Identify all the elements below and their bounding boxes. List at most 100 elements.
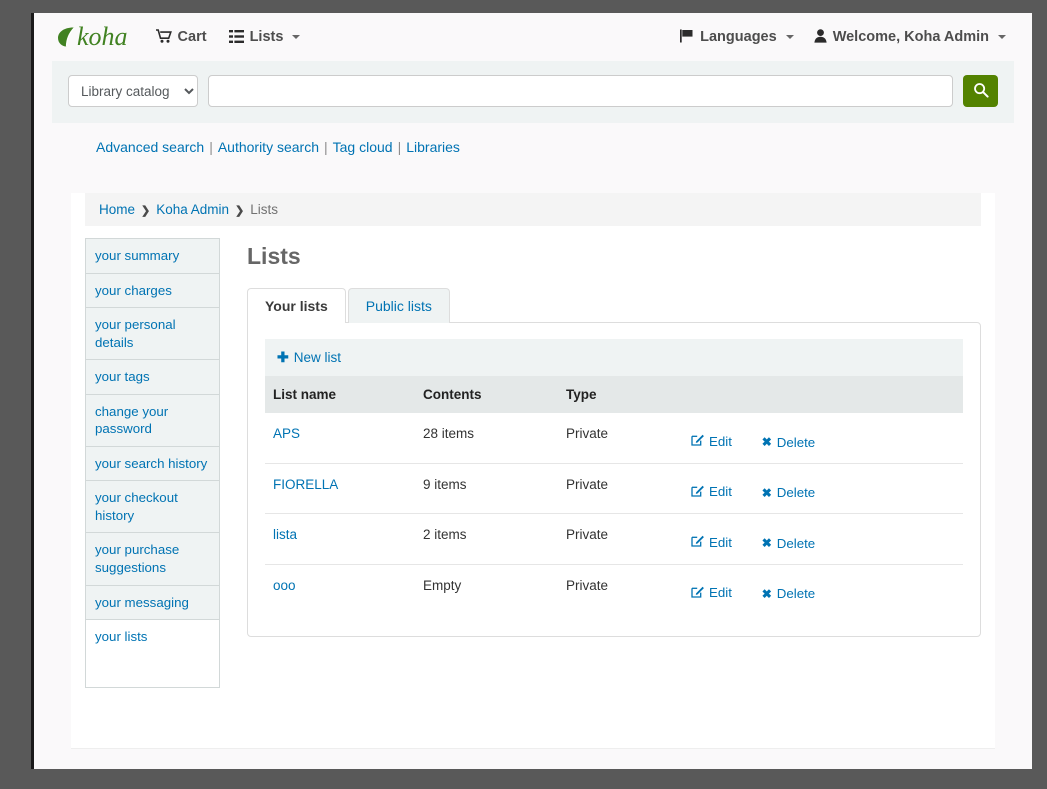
- delete-label: Delete: [776, 485, 816, 500]
- breadcrumb-separator: ❯: [235, 205, 245, 217]
- account-label: Welcome, Koha Admin: [832, 29, 989, 45]
- main-column: Lists Your lists Public lists ✚ New list: [220, 238, 981, 688]
- content-row: your summary your charges your personal …: [71, 226, 995, 688]
- koha-wordmark: koha: [77, 22, 128, 51]
- new-list-label: New list: [293, 350, 341, 365]
- column-header-type[interactable]: Type: [558, 376, 683, 413]
- link-separator: |: [209, 139, 213, 155]
- browser-window: koha Cart Lists Languages Welcome, Koha …: [31, 13, 1032, 769]
- cell-type: Private: [566, 577, 609, 593]
- new-list-button[interactable]: ✚ New list: [277, 349, 341, 366]
- link-separator: |: [324, 139, 328, 155]
- advanced-search-link[interactable]: Advanced search: [96, 139, 204, 155]
- x-mark-icon: ✖: [761, 485, 772, 500]
- languages-menu-button[interactable]: Languages: [680, 29, 794, 45]
- koha-logo[interactable]: koha: [56, 24, 128, 50]
- list-link-aps[interactable]: APS: [273, 426, 300, 441]
- sidebar-tail: [85, 653, 220, 688]
- list-link-fiorella[interactable]: FIORELLA: [273, 477, 338, 492]
- column-header-list-name[interactable]: List name: [265, 376, 415, 413]
- edit-list-button[interactable]: Edit: [691, 585, 732, 601]
- lists-toolbar: ✚ New list: [265, 339, 963, 376]
- powered-by: Powered by Koha: [34, 749, 1032, 769]
- sidebar-item-your-summary[interactable]: your summary: [85, 238, 220, 273]
- column-header-actions: [683, 376, 963, 413]
- languages-label: Languages: [700, 29, 777, 45]
- sidebar-item-your-tags[interactable]: your tags: [85, 359, 220, 394]
- breadcrumb-item-lists: Lists: [250, 202, 279, 217]
- sidebar-item-your-lists[interactable]: your lists: [85, 619, 220, 654]
- delete-list-button[interactable]: ✖ Delete: [762, 536, 816, 551]
- table-row: APS 28 items Private Edit ✖ Delete: [265, 413, 963, 464]
- table-row: ooo Empty Private Edit ✖ Delete: [265, 564, 963, 614]
- sidebar-item-your-messaging[interactable]: your messaging: [85, 584, 220, 620]
- table-head: List name Contents Type: [265, 376, 963, 413]
- page-title: Lists: [247, 243, 301, 269]
- sidebar-item-your-purchase-suggestions[interactable]: your purchase suggestions: [85, 532, 220, 585]
- search-submit-button[interactable]: [963, 75, 998, 107]
- column-header-contents[interactable]: Contents: [415, 376, 558, 413]
- delete-label: Delete: [776, 535, 816, 551]
- delete-list-button[interactable]: ✖ Delete: [762, 586, 816, 601]
- chevron-down-icon: [998, 35, 1006, 39]
- sidebar-item-your-checkout-history[interactable]: your checkout history: [85, 480, 220, 533]
- sidebar-item-your-search-history[interactable]: your search history: [85, 445, 220, 481]
- breadcrumb: Home ❯ Koha Admin ❯ Lists: [85, 193, 981, 226]
- chevron-down-icon: [785, 35, 794, 39]
- table-row: lista 2 items Private Edit ✖ Delete: [265, 513, 963, 565]
- x-mark-icon: ✖: [761, 536, 772, 550]
- search-icon: [973, 82, 989, 101]
- edit-list-button[interactable]: Edit: [691, 484, 732, 500]
- delete-list-button[interactable]: ✖ Delete: [762, 435, 816, 450]
- x-mark-icon: ✖: [761, 586, 772, 601]
- lists-menu-button[interactable]: Lists: [228, 29, 301, 45]
- list-link-lista[interactable]: lista: [273, 527, 297, 542]
- list-link-ooo[interactable]: ooo: [273, 578, 296, 593]
- search-input[interactable]: [208, 75, 953, 107]
- edit-list-button[interactable]: Edit: [691, 534, 732, 550]
- breadcrumb-separator: ❯: [141, 205, 151, 217]
- account-sidebar: your summary your charges your personal …: [85, 238, 220, 688]
- search-scope-select[interactable]: Library catalog: [68, 75, 198, 107]
- search-bar: Library catalog: [68, 75, 998, 107]
- top-navbar: koha Cart Lists Languages Welcome, Koha …: [34, 13, 1032, 61]
- link-separator: |: [397, 139, 402, 155]
- libraries-link[interactable]: Libraries: [406, 139, 460, 155]
- cart-label: Cart: [177, 29, 207, 45]
- sidebar-item-change-your-password[interactable]: change your password: [85, 393, 220, 446]
- tab-your-lists[interactable]: Your lists: [247, 288, 346, 323]
- chevron-down-icon: [292, 35, 301, 39]
- sidebar-item-your-charges[interactable]: your charges: [85, 272, 220, 308]
- edit-label: Edit: [709, 433, 732, 449]
- lists-table: List name Contents Type APS 28 items Pri…: [265, 376, 963, 614]
- cell-list-name: lista: [265, 513, 415, 565]
- navbar-right-group: Languages Welcome, Koha Admin: [660, 29, 1006, 45]
- breadcrumb-item-home[interactable]: Home: [99, 202, 135, 217]
- cell-actions: Edit ✖ Delete: [683, 564, 963, 614]
- list-icon: [228, 29, 244, 45]
- user-icon: [814, 29, 827, 45]
- delete-label: Delete: [776, 434, 816, 450]
- authority-search-link[interactable]: Authority search: [218, 139, 319, 155]
- tag-cloud-link[interactable]: Tag cloud: [333, 139, 393, 155]
- tab-public-lists[interactable]: Public lists: [347, 288, 450, 323]
- cell-contents: 2 items: [415, 513, 558, 565]
- sidebar-item-your-personal-details[interactable]: your personal details: [85, 307, 220, 360]
- cart-button[interactable]: Cart: [155, 29, 207, 45]
- cell-actions: Edit ✖ Delete: [683, 413, 963, 464]
- user-account-menu-button[interactable]: Welcome, Koha Admin: [814, 29, 1006, 45]
- pencil-square-icon: [691, 484, 704, 500]
- cell-type: Private: [558, 413, 683, 464]
- delete-list-button[interactable]: ✖ Delete: [762, 485, 816, 500]
- cell-list-name: ooo: [265, 564, 415, 614]
- pencil-square-icon: [691, 585, 704, 601]
- pencil-square-icon: [691, 534, 704, 550]
- table-row: FIORELLA 9 items Private Edit ✖ Delete: [265, 463, 963, 514]
- edit-list-button[interactable]: Edit: [691, 433, 732, 449]
- advanced-search-links: Advanced search | Authority search | Tag clo…: [34, 123, 1032, 167]
- cell-actions: Edit ✖ Delete: [683, 513, 963, 565]
- cell-list-name: FIORELLA: [265, 463, 415, 514]
- main-panel: Home ❯ Koha Admin ❯ Lists your summary your …: [71, 193, 995, 749]
- pencil-square-icon: [691, 433, 704, 449]
- breadcrumb-item-koha-admin[interactable]: Koha Admin: [156, 202, 229, 217]
